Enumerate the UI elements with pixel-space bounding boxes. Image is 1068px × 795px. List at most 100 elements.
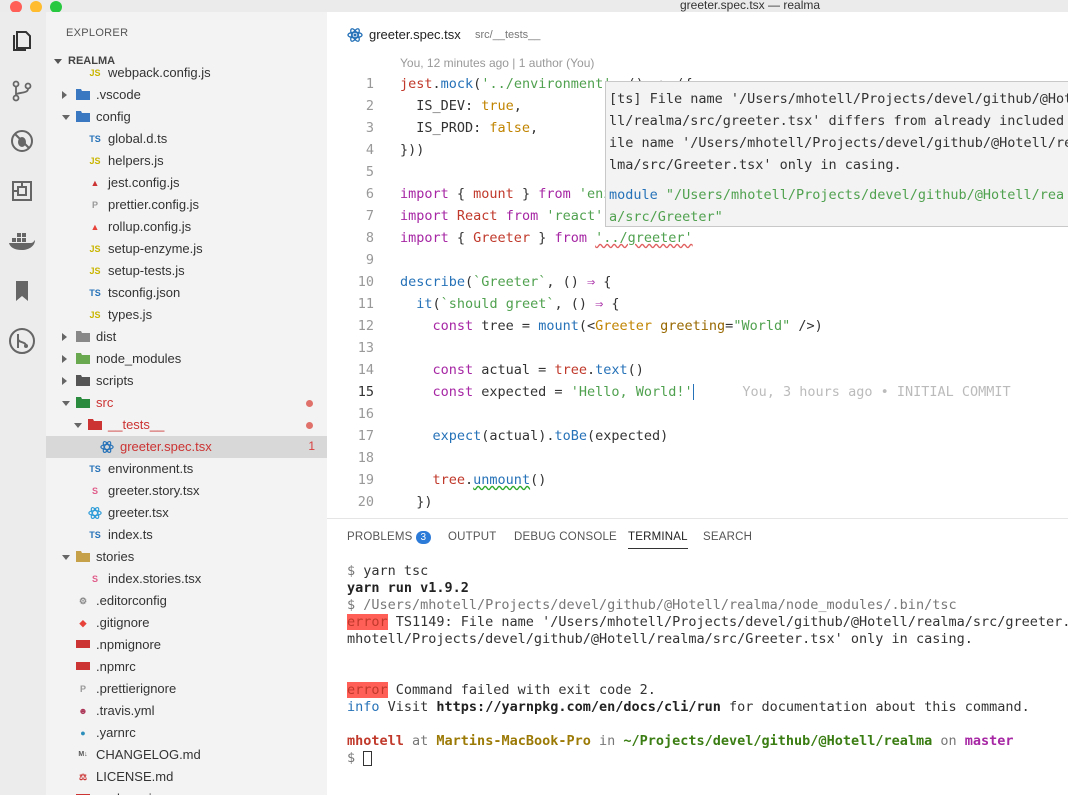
- chevron-right-icon[interactable]: [62, 355, 67, 363]
- editor-tab-label[interactable]: greeter.spec.tsx: [369, 27, 461, 42]
- explorer-item[interactable]: package.json: [46, 788, 327, 795]
- explorer-item[interactable]: ● .yarnrc: [46, 722, 327, 744]
- ts-file-icon: TS: [89, 134, 101, 144]
- explorer-item[interactable]: ▲ rollup.config.js: [46, 216, 327, 238]
- explorer-item[interactable]: TS index.ts: [46, 524, 327, 546]
- tab-debug-console[interactable]: DEBUG CONSOLE: [514, 531, 617, 543]
- chevron-down-icon[interactable]: [62, 555, 70, 560]
- tab-terminal[interactable]: TERMINAL: [628, 531, 688, 549]
- prompt-at: at: [403, 733, 437, 749]
- gitlens-icon[interactable]: [7, 326, 37, 356]
- activity-bar: [0, 12, 46, 795]
- explorer-item-label: config: [96, 109, 131, 124]
- explorer-item[interactable]: .npmrc: [46, 656, 327, 678]
- blame-codelens[interactable]: You, 12 minutes ago | 1 author (You): [400, 56, 594, 70]
- explorer-item[interactable]: config: [46, 106, 327, 128]
- explorer-item[interactable]: TS environment.ts: [46, 458, 327, 480]
- explorer-item[interactable]: ⚖ LICENSE.md: [46, 766, 327, 788]
- explorer-item[interactable]: greeter.spec.tsx 1: [46, 436, 327, 458]
- explorer-item[interactable]: JS types.js: [46, 304, 327, 326]
- terminal-cursor[interactable]: [363, 750, 373, 766]
- explorer-item[interactable]: TS global.d.ts: [46, 128, 327, 150]
- prompt-dir: ~/Projects/devel/github/@Hotell/realma: [623, 733, 933, 749]
- explorer-item-label: .npmignore: [96, 637, 162, 652]
- explorer-item[interactable]: greeter.tsx: [46, 502, 327, 524]
- npm-file-icon: [76, 638, 90, 652]
- git-file-icon: ◆: [79, 618, 87, 628]
- explorer-item-label: setup-tests.js: [108, 263, 185, 278]
- explorer-item[interactable]: __tests__: [46, 414, 327, 436]
- explorer-item[interactable]: JS helpers.js: [46, 150, 327, 172]
- chevron-right-icon[interactable]: [62, 91, 67, 99]
- explorer-item[interactable]: Sgreeter.story.tsx: [46, 480, 327, 502]
- code-line: 9: [327, 250, 1068, 272]
- editor-tab-bar: greeter.spec.tsx src/__tests__: [327, 12, 1068, 52]
- explorer-item[interactable]: scripts: [46, 370, 327, 392]
- debug-icon[interactable]: [7, 126, 37, 156]
- tab-search[interactable]: SEARCH: [703, 531, 752, 543]
- docker-icon[interactable]: [7, 226, 37, 256]
- explorer-item[interactable]: Sindex.stories.tsx: [46, 568, 327, 590]
- terminal-output[interactable]: $ yarn tsc yarn run v1.9.2 $ /Users/mhot…: [347, 563, 1068, 766]
- explorer-item-label: .npmrc: [96, 659, 136, 674]
- explorer-item-label: index.ts: [108, 527, 153, 542]
- explorer-item-label: node_modules: [96, 351, 182, 366]
- explorer-item[interactable]: ⚙ .editorconfig: [46, 590, 327, 612]
- explorer-item-label: .yarnrc: [96, 725, 136, 740]
- chevron-down-icon[interactable]: [74, 423, 82, 428]
- explorer-item[interactable]: .npmignore: [46, 634, 327, 656]
- js-file-icon: JS: [89, 68, 101, 78]
- explorer-item-label: src: [96, 395, 114, 410]
- tab-output[interactable]: OUTPUT: [448, 531, 496, 543]
- explorer-item[interactable]: .vscode: [46, 84, 327, 106]
- tab-problems[interactable]: PROBLEMS 3: [347, 531, 432, 544]
- explorer-item[interactable]: P .prettierignore: [46, 678, 327, 700]
- explorer-item[interactable]: ▲ jest.config.js: [46, 172, 327, 194]
- explorer-item-label: .prettierignore: [96, 681, 177, 696]
- modified-dot-icon: [306, 400, 313, 407]
- js-file-icon: JS: [89, 244, 101, 254]
- explorer-item[interactable]: JS setup-enzyme.js: [46, 238, 327, 260]
- terminal-command: yarn tsc: [363, 563, 429, 579]
- line-number: 11: [357, 296, 374, 312]
- line-number: 4: [365, 142, 374, 158]
- explorer-item-label: greeter.tsx: [108, 505, 169, 520]
- explorer-item[interactable]: Pprettier.config.js: [46, 194, 327, 216]
- explorer-item[interactable]: stories: [46, 546, 327, 568]
- explorer-item[interactable]: JS webpack.config.js: [46, 62, 327, 84]
- terminal-error-label: error: [347, 614, 388, 630]
- explorer-title: EXPLORER: [66, 27, 129, 39]
- code-line: 12 const tree = mount(<Greeter greeting=…: [327, 316, 1068, 338]
- prompt-in: in: [590, 733, 624, 749]
- line-number: 7: [365, 208, 374, 224]
- terminal-line: info Visit https://yarnpkg.com/en/docs/c…: [347, 699, 1030, 716]
- chevron-down-icon[interactable]: [62, 115, 70, 120]
- terminal-line: yarn run v1.9.2: [347, 580, 469, 597]
- chevron-down-icon[interactable]: [62, 401, 70, 406]
- line-number: 16: [357, 406, 374, 422]
- chevron-right-icon[interactable]: [62, 377, 67, 385]
- code-line: 17 expect(actual).toBe(expected): [327, 426, 1068, 448]
- explorer-item[interactable]: M↓ CHANGELOG.md: [46, 744, 327, 766]
- extensions-icon[interactable]: [7, 176, 37, 206]
- explorer-item[interactable]: ◆ .gitignore: [46, 612, 327, 634]
- explorer-item[interactable]: JS setup-tests.js: [46, 260, 327, 282]
- bookmark-icon[interactable]: [7, 276, 37, 306]
- line-number: 10: [357, 274, 374, 290]
- explorer-item-label: .travis.yml: [96, 703, 155, 718]
- explorer-item-label: scripts: [96, 373, 134, 388]
- explorer-item[interactable]: dist: [46, 326, 327, 348]
- terminal-info-link[interactable]: https://yarnpkg.com/en/docs/cli/run: [436, 699, 720, 715]
- chevron-right-icon[interactable]: [62, 333, 67, 341]
- source-control-icon[interactable]: [7, 76, 37, 106]
- terminal-error-text: TS1149: File name '/Users/mhotell/Projec…: [395, 614, 1068, 630]
- explorer-item[interactable]: ☻ .travis.yml: [46, 700, 327, 722]
- explorer-item-label: greeter.story.tsx: [108, 483, 200, 498]
- js-file-icon: JS: [89, 156, 101, 166]
- explorer-icon[interactable]: [7, 26, 37, 56]
- explorer-item[interactable]: node_modules: [46, 348, 327, 370]
- explorer-item[interactable]: TS tsconfig.json: [46, 282, 327, 304]
- react-file-icon: [88, 506, 102, 520]
- jest-file-icon: ▲: [90, 178, 100, 188]
- explorer-item[interactable]: src: [46, 392, 327, 414]
